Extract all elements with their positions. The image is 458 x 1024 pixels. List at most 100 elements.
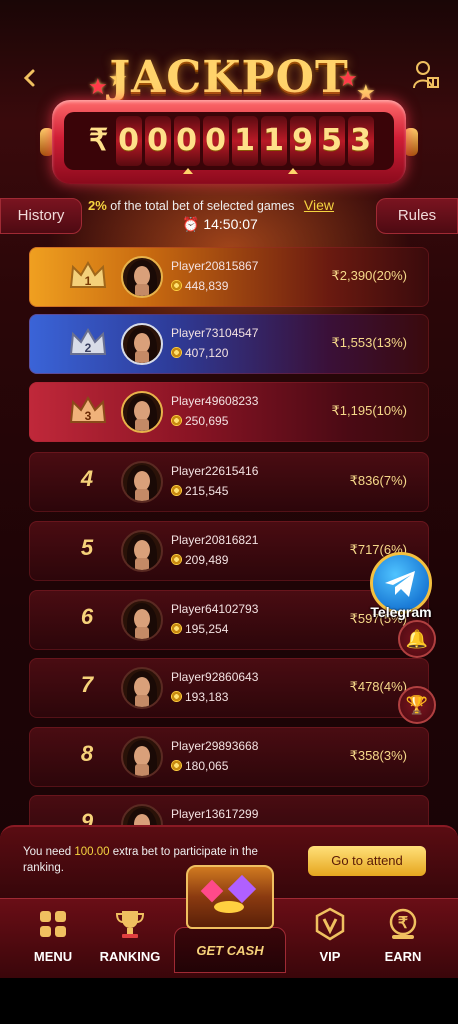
ranking-row[interactable]: 7 Player92860643 193,183 ₹478(4%) xyxy=(29,658,429,718)
coin-icon xyxy=(171,623,182,634)
get-cash-label: GET CASH xyxy=(196,943,264,958)
rupee-symbol: ₹ xyxy=(88,124,109,157)
player-name: Player20816821 xyxy=(171,533,259,547)
prize-amount: ₹2,390(20%) xyxy=(331,268,407,283)
rank-number: 4 xyxy=(80,466,94,491)
coins-value: 215,545 xyxy=(185,484,229,498)
avatar xyxy=(121,736,163,778)
system-bar xyxy=(0,978,458,1024)
player-name: Player29893668 xyxy=(171,739,259,753)
coin-icon xyxy=(171,485,182,496)
coins-value: 195,254 xyxy=(185,622,229,636)
vip-badge-icon xyxy=(313,907,347,941)
menu-grid-icon xyxy=(36,907,70,941)
nav-ranking[interactable]: RANKING xyxy=(95,907,165,964)
nav-earn-label: EARN xyxy=(384,949,422,964)
nav-menu[interactable]: MENU xyxy=(18,907,88,964)
rank-number: 6 xyxy=(80,604,94,629)
rules-button[interactable]: Rules xyxy=(376,198,458,234)
prize-amount: ₹1,195(10%) xyxy=(331,403,407,418)
player-coins: 250,695 xyxy=(171,414,228,428)
player-coins: 209,489 xyxy=(171,553,228,567)
digit: 0 xyxy=(202,116,229,166)
avatar xyxy=(121,461,163,503)
ranking-row[interactable]: 8 Player29893668 180,065 ₹358(3%) xyxy=(29,727,429,787)
player-coins: 215,545 xyxy=(171,484,228,498)
nav-vip[interactable]: VIP xyxy=(295,907,365,964)
digit: 0 xyxy=(173,116,200,166)
avatar xyxy=(121,256,163,298)
player-name: Player20815867 xyxy=(171,259,259,273)
countdown-timer: ⏰ 14:50:07 xyxy=(182,216,282,233)
avatar xyxy=(121,323,163,365)
player-name: Player22615416 xyxy=(171,464,259,478)
bronze-crown-icon: 3 xyxy=(69,396,107,423)
svg-text:3: 3 xyxy=(85,409,92,423)
ranking-trophy-icon xyxy=(113,907,147,941)
notice-pre: You need xyxy=(23,846,75,858)
prize-amount: ₹478(4%) xyxy=(349,679,407,694)
digit: 3 xyxy=(347,116,374,166)
rank-number: 5 xyxy=(80,535,94,560)
player-name: Player49608233 xyxy=(171,394,259,408)
earn-rupee-icon: ₹ xyxy=(386,907,420,941)
history-button[interactable]: History xyxy=(0,198,82,234)
digit: 1 xyxy=(260,116,287,166)
ranking-row[interactable]: 2 Player73104547 407,120 ₹1,553(13%) xyxy=(29,314,429,374)
digit: 5 xyxy=(318,116,345,166)
telegram-button[interactable]: Telegram xyxy=(364,552,438,626)
digit: 9 xyxy=(289,116,316,166)
avatar xyxy=(121,667,163,709)
gold-crown-icon: 1 xyxy=(69,261,107,288)
ranking-row[interactable]: 3 Player49608233 250,695 ₹1,195(10%) xyxy=(29,382,429,442)
jackpot-digits: ₹ 0 0 0 0 1 1 9 5 3 xyxy=(64,112,394,170)
coins-value: 448,839 xyxy=(185,279,229,293)
coins-value: 209,489 xyxy=(185,553,229,567)
coins-value: 250,695 xyxy=(185,414,229,428)
view-link[interactable]: View xyxy=(304,197,334,213)
player-coins: 407,120 xyxy=(171,346,228,360)
coins-value: 193,183 xyxy=(185,690,229,704)
prize-amount: ₹836(7%) xyxy=(349,473,407,488)
nav-earn[interactable]: ₹ EARN xyxy=(368,907,438,964)
trophy-icon[interactable]: 🏆 xyxy=(398,686,436,724)
coin-icon xyxy=(171,691,182,702)
jackpot-info: 2% of the total bet of selected games Vi… xyxy=(88,197,378,213)
pointer-icon xyxy=(183,168,193,174)
coin-icon xyxy=(171,760,182,771)
avatar xyxy=(121,391,163,433)
player-name: Player73104547 xyxy=(171,326,259,340)
player-coins: 195,254 xyxy=(171,622,228,636)
coin-icon xyxy=(171,554,182,565)
jackpot-screen: ★ ★ ★ ★ JACKPOT ₹ 0 0 0 0 1 1 9 5 3 Hist… xyxy=(0,0,458,1024)
player-name: Player64102793 xyxy=(171,602,259,616)
ranking-row[interactable]: 4 Player22615416 215,545 ₹836(7%) xyxy=(29,452,429,512)
required-amount: 100.00 xyxy=(74,846,110,858)
coins-value: 180,065 xyxy=(185,759,229,773)
svg-text:2: 2 xyxy=(85,341,92,355)
bell-icon[interactable]: 🔔 xyxy=(398,620,436,658)
digit: 0 xyxy=(115,116,142,166)
player-name: Player13617299 xyxy=(171,807,259,821)
get-cash-button[interactable]: GET CASH xyxy=(172,865,288,975)
coin-icon xyxy=(171,280,182,291)
ranking-row[interactable]: 1 Player20815867 448,839 ₹2,390(20%) xyxy=(29,247,429,307)
jackpot-title: JACKPOT xyxy=(109,52,349,103)
silver-crown-icon: 2 xyxy=(69,328,107,355)
avatar xyxy=(121,530,163,572)
jackpot-counter: ₹ 0 0 0 0 1 1 9 5 3 xyxy=(52,100,406,184)
svg-text:1: 1 xyxy=(85,274,92,288)
player-coins: 193,183 xyxy=(171,690,228,704)
percent-value: 2% xyxy=(88,198,107,213)
nav-vip-label: VIP xyxy=(319,949,341,964)
timer-value: 14:50:07 xyxy=(203,216,258,232)
player-name: Player92860643 xyxy=(171,670,259,684)
go-to-attend-button[interactable]: Go to attend xyxy=(308,846,426,876)
telegram-label: Telegram xyxy=(370,604,432,620)
pointer-icon xyxy=(288,168,298,174)
player-coins: 180,065 xyxy=(171,759,228,773)
coin-icon xyxy=(171,347,182,358)
rank-number: 8 xyxy=(80,741,94,766)
digit: 0 xyxy=(144,116,171,166)
info-text: of the total bet of selected games xyxy=(110,199,295,213)
